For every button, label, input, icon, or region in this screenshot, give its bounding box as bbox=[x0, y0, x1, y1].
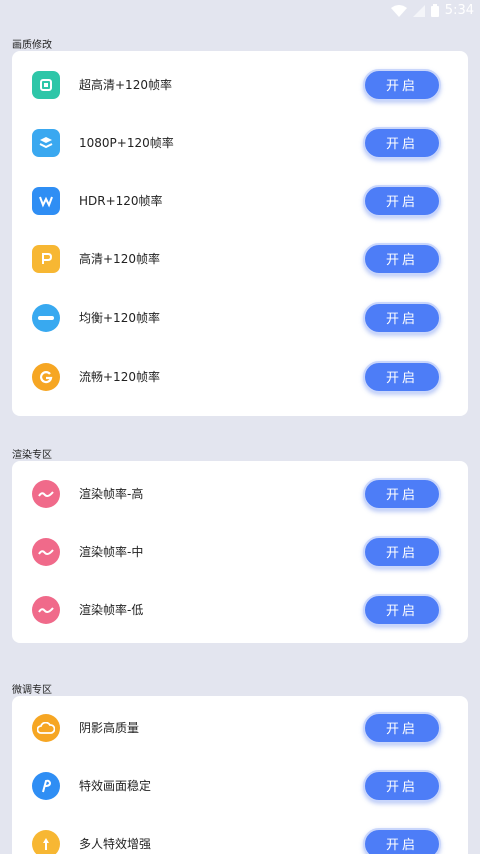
item-label: HDR+120帧率 bbox=[79, 194, 163, 208]
effect-stable-icon bbox=[32, 772, 60, 800]
list-item: 均衡+120帧率 开启 bbox=[12, 289, 468, 347]
hdr-icon bbox=[32, 187, 60, 215]
render-mid-icon bbox=[32, 538, 60, 566]
list-item: 渲染帧率-高 开启 bbox=[12, 465, 468, 523]
list-item: 渲染帧率-中 开启 bbox=[12, 523, 468, 581]
ultra-hd-icon bbox=[32, 71, 60, 99]
tweak-card: 阴影高质量 开启 特效画面稳定 开启 多人特效增强 开启 bbox=[12, 696, 468, 854]
item-label: 特效画面稳定 bbox=[79, 779, 152, 793]
layers-icon bbox=[32, 129, 60, 157]
enable-button[interactable]: 开启 bbox=[363, 127, 441, 159]
enable-button[interactable]: 开启 bbox=[363, 536, 441, 568]
list-item: 阴影高质量 开启 bbox=[12, 699, 468, 757]
balance-cloud-icon bbox=[32, 304, 60, 332]
list-item: 渲染帧率-低 开启 bbox=[12, 581, 468, 639]
battery-icon bbox=[430, 4, 439, 17]
enable-button[interactable]: 开启 bbox=[363, 770, 441, 802]
item-label: 高清+120帧率 bbox=[79, 252, 160, 266]
render-card: 渲染帧率-高 开启 渲染帧率-中 开启 渲染帧率-低 开启 bbox=[12, 461, 468, 643]
multi-effect-icon bbox=[32, 830, 60, 854]
list-item: 超高清+120帧率 开启 bbox=[12, 56, 468, 114]
quality-card: 超高清+120帧率 开启 1080P+120帧率 开启 HDR+120帧率 开启… bbox=[12, 51, 468, 416]
enable-button[interactable]: 开启 bbox=[363, 185, 441, 217]
enable-button[interactable]: 开启 bbox=[363, 478, 441, 510]
smooth-icon bbox=[32, 363, 60, 391]
list-item: 流畅+120帧率 开启 bbox=[12, 348, 468, 406]
item-label: 阴影高质量 bbox=[79, 721, 140, 735]
wifi-icon bbox=[390, 4, 407, 17]
item-label: 渲染帧率-低 bbox=[79, 603, 144, 617]
enable-button[interactable]: 开启 bbox=[363, 69, 441, 101]
list-item: 1080P+120帧率 开启 bbox=[12, 114, 468, 172]
render-high-icon bbox=[32, 480, 60, 508]
signal-icon bbox=[412, 4, 425, 17]
enable-button[interactable]: 开启 bbox=[363, 712, 441, 744]
status-time: 5:34 bbox=[444, 3, 474, 18]
item-label: 渲染帧率-中 bbox=[79, 545, 144, 559]
section-title-tweak: 微调专区 bbox=[12, 685, 52, 696]
enable-button[interactable]: 开启 bbox=[363, 594, 441, 626]
item-label: 1080P+120帧率 bbox=[79, 136, 174, 150]
render-low-icon bbox=[32, 596, 60, 624]
item-label: 多人特效增强 bbox=[79, 837, 152, 851]
item-label: 超高清+120帧率 bbox=[79, 78, 172, 92]
section-title-quality: 画质修改 bbox=[12, 40, 52, 51]
list-item: HDR+120帧率 开启 bbox=[12, 172, 468, 230]
list-item: 特效画面稳定 开启 bbox=[12, 757, 468, 815]
list-item: 高清+120帧率 开启 bbox=[12, 230, 468, 288]
item-label: 渲染帧率-高 bbox=[79, 487, 144, 501]
shadow-cloud-icon bbox=[32, 714, 60, 742]
section-title-render: 渲染专区 bbox=[12, 450, 52, 461]
item-label: 流畅+120帧率 bbox=[79, 370, 160, 384]
status-bar: 5:34 bbox=[0, 0, 480, 26]
hd-icon bbox=[32, 245, 60, 273]
enable-button[interactable]: 开启 bbox=[363, 243, 441, 275]
enable-button[interactable]: 开启 bbox=[363, 828, 441, 854]
enable-button[interactable]: 开启 bbox=[363, 302, 441, 334]
item-label: 均衡+120帧率 bbox=[79, 311, 160, 325]
enable-button[interactable]: 开启 bbox=[363, 361, 441, 393]
list-item: 多人特效增强 开启 bbox=[12, 815, 468, 854]
